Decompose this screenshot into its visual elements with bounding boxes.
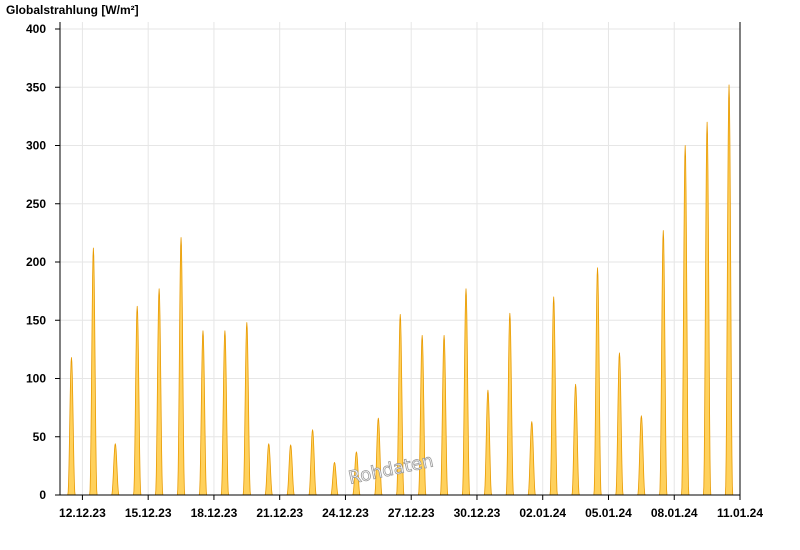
x-tick-label: 21.12.23 [256,506,303,520]
daily-radiation-peak [571,383,580,496]
x-tick-label: 08.01.24 [651,506,698,520]
y-tick-label: 100 [26,372,46,386]
x-tick-label: 12.12.23 [59,506,106,520]
x-tick-label: 11.01.24 [717,506,763,520]
daily-radiation-peak [549,296,558,496]
daily-radiation-peak [659,230,668,496]
daily-radiation-peak [308,429,317,496]
y-tick-label: 250 [26,197,46,211]
radiation-series [67,84,734,496]
daily-radiation-peak [724,84,734,496]
x-tick-label: 27.12.23 [388,506,435,520]
daily-radiation-peak [155,288,164,496]
x-tick-label: 02.01.24 [519,506,566,520]
daily-radiation-peak [527,421,536,496]
x-tick-label: 05.01.24 [585,506,632,520]
daily-radiation-peak [264,443,273,496]
daily-radiation-peak [439,334,449,496]
y-tick-label: 200 [26,255,46,269]
y-tick-label: 0 [39,488,46,502]
daily-radiation-peak [220,330,230,496]
x-tick-label: 15.12.23 [125,506,172,520]
y-tick-label: 50 [33,430,47,444]
chart-title: Globalstrahlung [W/m²] [6,3,139,17]
daily-radiation-peak [593,267,602,496]
daily-radiation-peak [198,330,208,496]
daily-radiation-peak [615,352,624,496]
x-tick-label: 30.12.23 [454,506,501,520]
daily-radiation-peak [702,121,712,496]
daily-radiation-peak [286,444,295,496]
daily-radiation-peak [330,461,339,496]
x-tick-label: 24.12.23 [322,506,369,520]
y-tick-label: 400 [26,22,46,36]
y-tick-label: 350 [26,80,46,94]
chart: Globalstrahlung [W/m²] 0 50 100 150 200 250 30… [6,3,763,520]
daily-radiation-peak [89,247,98,496]
daily-radiation-peak [133,305,142,496]
y-tick-label: 150 [26,313,46,327]
daily-radiation-peak [242,322,251,496]
daily-radiation-peak [176,237,186,496]
daily-radiation-peak [461,288,471,496]
daily-radiation-peak [483,389,493,496]
daily-radiation-peak [637,415,646,496]
daily-radiation-peak [111,443,120,496]
y-tick-label: 300 [26,139,46,153]
x-tick-label: 18.12.23 [191,506,238,520]
daily-radiation-peak [505,312,514,496]
